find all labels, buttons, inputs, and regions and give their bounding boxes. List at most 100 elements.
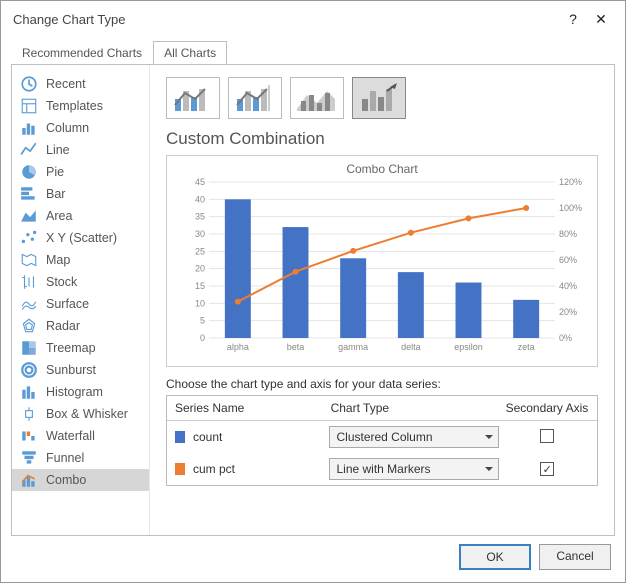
sidebar-item-label: Treemap — [46, 341, 96, 355]
templates-icon — [20, 98, 38, 114]
header-chart-type: Chart Type — [331, 401, 499, 415]
svg-text:35: 35 — [195, 212, 205, 222]
close-button[interactable]: ✕ — [587, 9, 615, 29]
svg-text:80%: 80% — [559, 229, 577, 239]
svg-text:20%: 20% — [559, 307, 577, 317]
sidebar-item-area[interactable]: Area — [12, 205, 149, 227]
sidebar-item-label: Pie — [46, 165, 64, 179]
combo-subtype-3[interactable] — [290, 77, 344, 119]
sidebar-item-label: Stock — [46, 275, 77, 289]
sidebar-item-label: Recent — [46, 77, 86, 91]
svg-text:45: 45 — [195, 178, 205, 187]
surface-icon — [20, 296, 38, 312]
series-swatch — [175, 431, 185, 443]
sidebar-item-label: Combo — [46, 473, 86, 487]
sidebar-item-radar[interactable]: Radar — [12, 315, 149, 337]
header-secondary-axis: Secondary Axis — [505, 401, 589, 415]
sidebar-item-sunburst[interactable]: Sunburst — [12, 359, 149, 381]
svg-text:25: 25 — [195, 246, 205, 256]
chart-category-sidebar: Recent Templates Column Line Pie Bar Area X Y (… — [12, 65, 150, 535]
svg-text:gamma: gamma — [338, 342, 368, 352]
svg-text:delta: delta — [401, 342, 421, 352]
sidebar-item-label: X Y (Scatter) — [46, 231, 117, 245]
combo-subtype-2[interactable] — [228, 77, 282, 119]
tab-recommended-charts[interactable]: Recommended Charts — [11, 41, 153, 64]
sidebar-item-waterfall[interactable]: Waterfall — [12, 425, 149, 447]
series-type-dropdown[interactable]: Line with Markers — [329, 458, 499, 480]
svg-text:zeta: zeta — [518, 342, 535, 352]
cancel-button[interactable]: Cancel — [539, 544, 611, 570]
box-icon — [20, 406, 38, 422]
sidebar-item-label: Bar — [46, 187, 65, 201]
sidebar-item-histogram[interactable]: Histogram — [12, 381, 149, 403]
svg-text:60%: 60% — [559, 255, 577, 265]
sidebar-item-label: Map — [46, 253, 70, 267]
sidebar-item-pie[interactable]: Pie — [12, 161, 149, 183]
sidebar-item-label: Box & Whisker — [46, 407, 128, 421]
svg-text:120%: 120% — [559, 178, 582, 187]
sidebar-item-label: Radar — [46, 319, 80, 333]
sidebar-item-column[interactable]: Column — [12, 117, 149, 139]
sidebar-item-bar[interactable]: Bar — [12, 183, 149, 205]
svg-text:40: 40 — [195, 194, 205, 204]
svg-text:epsilon: epsilon — [454, 342, 483, 352]
sidebar-item-combo[interactable]: Combo — [12, 469, 149, 491]
combo-subtype-1[interactable] — [166, 77, 220, 119]
series-row: count Clustered Column — [167, 421, 597, 453]
stock-icon — [20, 274, 38, 290]
sidebar-item-label: Surface — [46, 297, 89, 311]
help-button[interactable]: ? — [559, 9, 587, 29]
sidebar-item-label: Column — [46, 121, 89, 135]
ok-button[interactable]: OK — [459, 544, 531, 570]
sidebar-item-line[interactable]: Line — [12, 139, 149, 161]
close-icon: ✕ — [595, 11, 607, 28]
secondary-axis-checkbox[interactable]: ✓ — [540, 462, 554, 476]
series-swatch — [175, 463, 185, 475]
series-row: cum pctLine with Markers✓ — [167, 453, 597, 485]
svg-text:100%: 100% — [559, 203, 582, 213]
sidebar-item-label: Funnel — [46, 451, 84, 465]
series-instruction: Choose the chart type and axis for your … — [166, 377, 598, 391]
svg-text:alpha: alpha — [227, 342, 249, 352]
scatter-icon — [20, 230, 38, 246]
combo-subtype-4[interactable] — [352, 77, 406, 119]
header-series-name: Series Name — [175, 401, 325, 415]
svg-text:5: 5 — [200, 316, 205, 326]
chart-title: Combo Chart — [175, 162, 589, 176]
sidebar-item-label: Area — [46, 209, 72, 223]
map-icon — [20, 252, 38, 268]
sidebar-item-scatter[interactable]: X Y (Scatter) — [12, 227, 149, 249]
secondary-axis-checkbox[interactable] — [540, 429, 554, 443]
sidebar-item-box[interactable]: Box & Whisker — [12, 403, 149, 425]
sidebar-item-label: Sunburst — [46, 363, 96, 377]
sidebar-item-label: Line — [46, 143, 70, 157]
svg-text:0%: 0% — [559, 333, 572, 343]
svg-text:40%: 40% — [559, 281, 577, 291]
sidebar-item-surface[interactable]: Surface — [12, 293, 149, 315]
tab-all-charts[interactable]: All Charts — [153, 41, 227, 64]
svg-text:20: 20 — [195, 264, 205, 274]
svg-text:beta: beta — [287, 342, 305, 352]
sidebar-item-map[interactable]: Map — [12, 249, 149, 271]
treemap-icon — [20, 340, 38, 356]
combo-icon — [20, 472, 38, 488]
sidebar-item-label: Waterfall — [46, 429, 95, 443]
svg-text:30: 30 — [195, 229, 205, 239]
svg-text:0: 0 — [200, 333, 205, 343]
histogram-icon — [20, 384, 38, 400]
line-icon — [20, 142, 38, 158]
sidebar-item-templates[interactable]: Templates — [12, 95, 149, 117]
waterfall-icon — [20, 428, 38, 444]
sidebar-item-funnel[interactable]: Funnel — [12, 447, 149, 469]
subtype-heading: Custom Combination — [166, 129, 598, 149]
chart-preview: Combo Chart 0510152025303540450%20%40%60… — [166, 155, 598, 367]
column-icon — [20, 120, 38, 136]
series-type-dropdown[interactable]: Clustered Column — [329, 426, 499, 448]
sidebar-item-treemap[interactable]: Treemap — [12, 337, 149, 359]
sidebar-item-stock[interactable]: Stock — [12, 271, 149, 293]
sidebar-item-label: Templates — [46, 99, 103, 113]
series-name: count — [193, 430, 222, 444]
recent-icon — [20, 76, 38, 92]
series-table: Series Name Chart Type Secondary Axis co… — [166, 395, 598, 486]
sidebar-item-recent[interactable]: Recent — [12, 73, 149, 95]
